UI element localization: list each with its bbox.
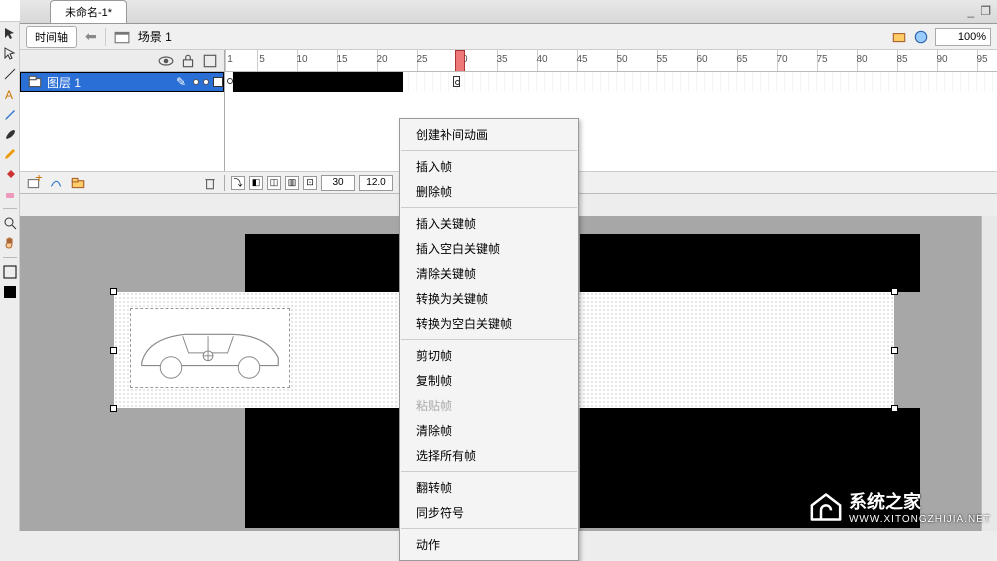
layer-script-icon: ✎ bbox=[173, 74, 189, 90]
layer-column-header bbox=[20, 50, 225, 71]
menu-insert-frame[interactable]: 插入帧 bbox=[400, 154, 578, 179]
tools-panel: A bbox=[0, 22, 20, 531]
keyframe-start[interactable] bbox=[227, 78, 233, 84]
menu-clear-frames[interactable]: 清除帧 bbox=[400, 418, 578, 443]
onion-outline-icon[interactable]: ◫ bbox=[267, 176, 281, 190]
watermark-logo-icon bbox=[809, 492, 843, 522]
line-tool-icon[interactable] bbox=[2, 66, 18, 82]
minimize-icon[interactable]: _ bbox=[968, 4, 975, 18]
scene-icon bbox=[114, 29, 130, 45]
current-frame-field[interactable]: 30 bbox=[321, 175, 355, 191]
layer-icon bbox=[27, 74, 43, 90]
frames-area[interactable] bbox=[225, 72, 997, 171]
stroke-swatch-icon[interactable] bbox=[2, 264, 18, 280]
back-icon[interactable]: ⬅ bbox=[85, 28, 97, 45]
layer-name: 图层 1 bbox=[47, 74, 81, 91]
menu-insert-blank-keyframe[interactable]: 插入空白关键帧 bbox=[400, 236, 578, 261]
scene-bar: 时间轴 ⬅ 场景 1 100% bbox=[20, 24, 997, 50]
frame-context-menu: 创建补间动画 插入帧 删除帧 插入关键帧 插入空白关键帧 清除关键帧 转换为关键… bbox=[399, 118, 579, 561]
edit-multiple-icon[interactable]: ▥ bbox=[285, 176, 299, 190]
zoom-tool-icon[interactable] bbox=[2, 215, 18, 231]
document-tab[interactable]: 未命名-1* bbox=[50, 0, 127, 23]
window-controls: _ ❐ bbox=[968, 4, 991, 18]
eye-column-icon[interactable] bbox=[158, 53, 174, 69]
playhead[interactable] bbox=[455, 50, 465, 71]
selection-tool-icon[interactable] bbox=[2, 26, 18, 42]
subselect-tool-icon[interactable] bbox=[2, 46, 18, 62]
fps-field[interactable]: 12.0 bbox=[359, 175, 393, 191]
layer-visible-dot[interactable] bbox=[193, 79, 199, 85]
car-symbol[interactable] bbox=[130, 308, 290, 388]
document-tab-bar: 未命名-1* _ ❐ bbox=[20, 0, 997, 24]
layer-lock-dot[interactable] bbox=[203, 79, 209, 85]
keyframe-end[interactable] bbox=[453, 76, 460, 87]
timeline-header: 1510152025303540455055606570758085909510… bbox=[20, 50, 997, 72]
svg-text:A: A bbox=[5, 88, 13, 101]
scene-label[interactable]: 场景 1 bbox=[138, 28, 172, 45]
edit-symbols-icon[interactable] bbox=[913, 29, 929, 45]
layer-panel: 图层 1 ✎ bbox=[20, 72, 225, 171]
watermark-title: 系统之家 bbox=[849, 488, 991, 514]
add-layer-icon[interactable]: + bbox=[26, 175, 42, 191]
onion-markers-icon[interactable]: ⊡ bbox=[303, 176, 317, 190]
vertical-scrollbar[interactable] bbox=[981, 216, 997, 531]
onion-skin-icon[interactable]: ◧ bbox=[249, 176, 263, 190]
fill-swatch-icon[interactable] bbox=[2, 284, 18, 300]
menu-insert-keyframe[interactable]: 插入关键帧 bbox=[400, 211, 578, 236]
zoom-input[interactable]: 100% bbox=[935, 28, 991, 46]
timeline-toggle-button[interactable]: 时间轴 bbox=[26, 26, 77, 48]
pencil-tool-icon[interactable] bbox=[2, 146, 18, 162]
menu-copy-frames[interactable]: 复制帧 bbox=[400, 368, 578, 393]
brush-tool-icon[interactable] bbox=[2, 126, 18, 142]
frame-span[interactable] bbox=[233, 72, 403, 92]
text-tool-icon[interactable]: A bbox=[2, 86, 18, 102]
menu-sync-symbols[interactable]: 同步符号 bbox=[400, 500, 578, 525]
menu-remove-frame[interactable]: 删除帧 bbox=[400, 179, 578, 204]
menu-reverse-frames[interactable]: 翻转帧 bbox=[400, 475, 578, 500]
bucket-tool-icon[interactable] bbox=[2, 166, 18, 182]
menu-clear-keyframe[interactable]: 清除关键帧 bbox=[400, 261, 578, 286]
edit-scene-icon[interactable] bbox=[891, 29, 907, 45]
menu-actions[interactable]: 动作 bbox=[400, 532, 578, 557]
menu-create-tween[interactable]: 创建补间动画 bbox=[400, 122, 578, 147]
menu-convert-blank-keyframe[interactable]: 转换为空白关键帧 bbox=[400, 311, 578, 336]
outline-column-icon[interactable] bbox=[202, 53, 218, 69]
frame-ruler[interactable]: 1510152025303540455055606570758085909510… bbox=[225, 50, 997, 71]
layer-outline-swatch[interactable] bbox=[213, 77, 223, 87]
maximize-icon[interactable]: ❐ bbox=[980, 4, 991, 18]
menu-convert-keyframe[interactable]: 转换为关键帧 bbox=[400, 286, 578, 311]
hand-tool-icon[interactable] bbox=[2, 235, 18, 251]
svg-text:+: + bbox=[35, 175, 42, 185]
center-frame-icon[interactable]: ⤵ bbox=[231, 176, 245, 190]
lock-column-icon[interactable] bbox=[180, 53, 196, 69]
menu-paste-frames: 粘贴帧 bbox=[400, 393, 578, 418]
menu-cut-frames[interactable]: 剪切帧 bbox=[400, 343, 578, 368]
layer-row[interactable]: 图层 1 ✎ bbox=[20, 72, 224, 92]
add-guide-layer-icon[interactable] bbox=[48, 175, 64, 191]
pen-tool-icon[interactable] bbox=[2, 106, 18, 122]
watermark-url: WWW.XITONGZHIJIA.NET bbox=[849, 514, 991, 525]
menu-select-all-frames[interactable]: 选择所有帧 bbox=[400, 443, 578, 468]
delete-layer-icon[interactable] bbox=[202, 175, 218, 191]
watermark: 系统之家 WWW.XITONGZHIJIA.NET bbox=[809, 488, 991, 525]
add-folder-icon[interactable] bbox=[70, 175, 86, 191]
eraser-tool-icon[interactable] bbox=[2, 186, 18, 202]
